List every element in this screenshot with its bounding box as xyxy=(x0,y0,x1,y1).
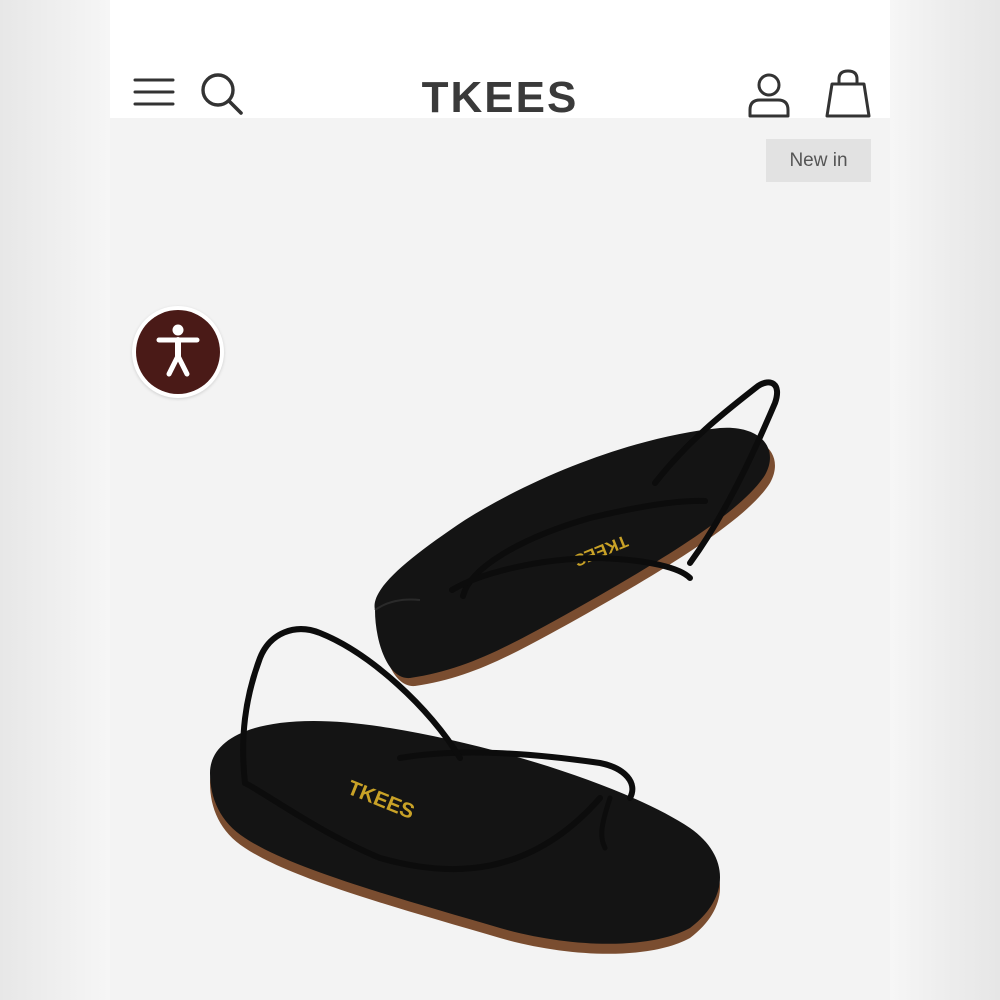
accessibility-button-inner xyxy=(136,310,220,394)
search-icon xyxy=(201,73,243,115)
search-button[interactable] xyxy=(198,70,246,118)
sandal-left: TKEES xyxy=(210,626,720,954)
logo-text: TKEES xyxy=(422,73,579,122)
hamburger-menu-icon xyxy=(133,78,175,106)
background-right xyxy=(890,0,1000,1000)
product-image-area: New in TKEES TKEES xyxy=(110,118,890,1000)
accessibility-button[interactable] xyxy=(132,306,224,398)
accessibility-person-icon xyxy=(156,324,200,377)
background-left xyxy=(0,0,110,1000)
brand-logo[interactable]: TKEES xyxy=(400,70,600,122)
shopping-bag-button[interactable] xyxy=(824,68,872,120)
menu-button[interactable] xyxy=(132,72,176,112)
user-account-icon xyxy=(748,73,790,118)
sandal-right: TKEES xyxy=(374,379,780,687)
shopping-bag-icon xyxy=(825,69,871,118)
site-header: TKEES xyxy=(110,0,890,122)
product-image-sandals[interactable]: TKEES TKEES xyxy=(170,238,850,998)
new-in-badge: New in xyxy=(766,139,871,182)
account-button[interactable] xyxy=(744,70,794,120)
mobile-page: TKEES New in TKEES TKEES xyxy=(110,0,890,1000)
